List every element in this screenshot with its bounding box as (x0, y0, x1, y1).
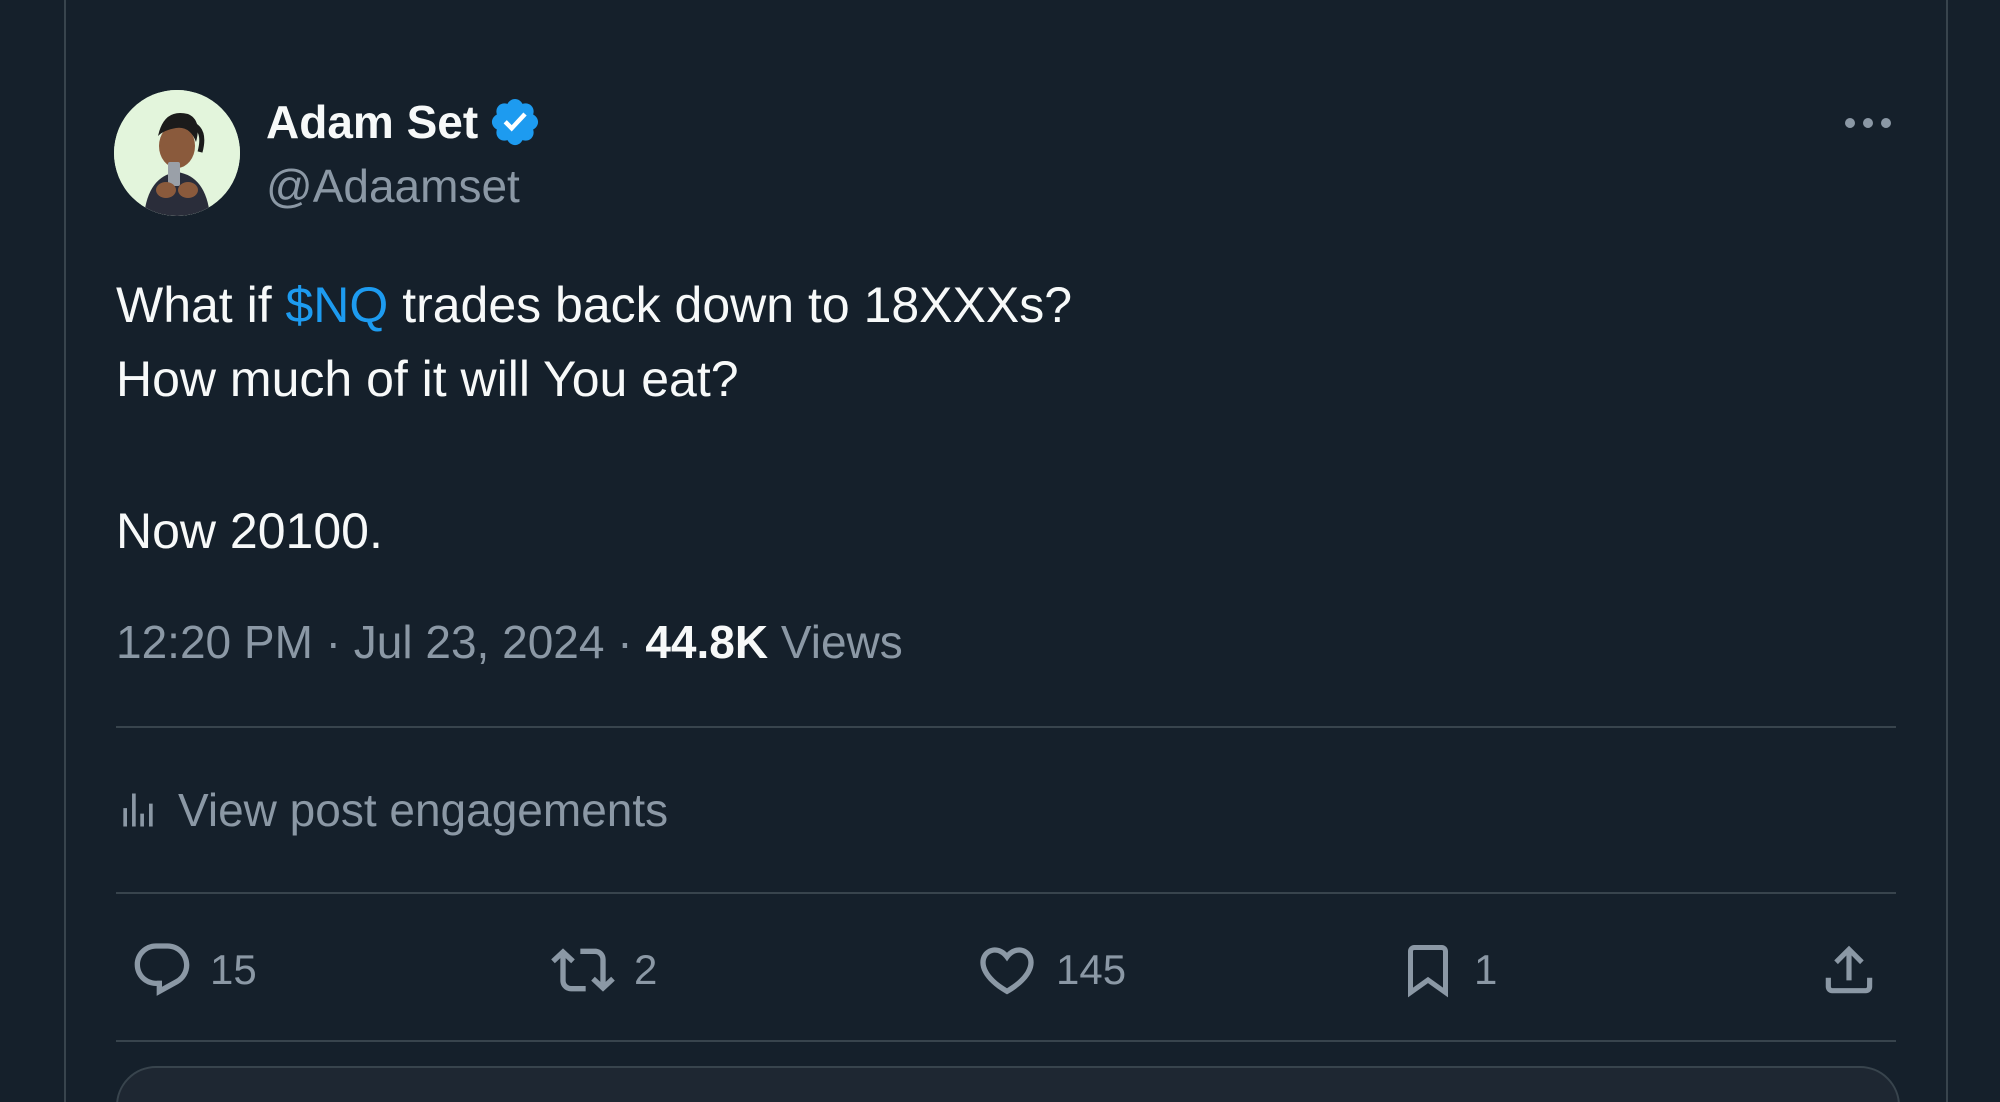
views-label: Views (780, 616, 903, 668)
tweet-line-2: How much of it will You eat? (116, 351, 739, 407)
reply-count: 15 (210, 946, 257, 993)
tweet-line-3: Now 20100. (116, 503, 383, 559)
avatar[interactable] (114, 90, 240, 216)
like-button[interactable]: 145 (974, 930, 1126, 1010)
heart-icon (980, 947, 1034, 995)
more-options-button[interactable] (1838, 100, 1898, 146)
bookmark-button[interactable]: 1 (1398, 930, 1497, 1010)
tweet-date[interactable]: Jul 23, 2024 (354, 616, 605, 668)
view-post-engagements-label: View post engagements (178, 784, 669, 836)
author-name-row[interactable]: Adam Set (266, 94, 542, 150)
reply-button[interactable]: 15 (130, 930, 257, 1010)
views-count: 44.8K (645, 616, 769, 668)
tweet-line-1: What if $NQ trades back down to 18XXXs? (116, 268, 1072, 342)
like-count: 145 (1056, 946, 1127, 993)
reply-icon (134, 943, 190, 996)
divider-top (116, 726, 1896, 728)
repost-icon (551, 948, 615, 992)
meta-separator-2: · (604, 616, 646, 668)
action-bar: 15 2 145 1 (0, 930, 2000, 1010)
verified-badge-icon[interactable] (488, 95, 542, 149)
tweet-text: What if $NQ trades back down to 18XXXs? … (116, 268, 1072, 568)
tweet-meta: 12:20 PM · Jul 23, 2024 · 44.8K Views (116, 612, 903, 672)
repost-count: 2 (634, 946, 658, 993)
divider-bottom (116, 1040, 1896, 1042)
bookmark-icon (1408, 945, 1448, 998)
reply-composer[interactable] (116, 1066, 1900, 1102)
tweet-text-before-cashtag: What if (116, 277, 286, 333)
avatar-image (114, 90, 240, 216)
cashtag-link[interactable]: $NQ (285, 277, 388, 333)
author-handle[interactable]: @Adaamset (266, 158, 520, 214)
share-button[interactable] (1818, 930, 1880, 1010)
bar-chart-icon (123, 793, 153, 827)
share-icon (1825, 945, 1873, 994)
divider-middle (116, 892, 1896, 894)
bookmark-count: 1 (1474, 946, 1498, 993)
view-post-engagements-link[interactable]: View post engagements (116, 780, 668, 840)
tweet-time[interactable]: 12:20 PM (116, 616, 313, 668)
tweet-detail-page: Adam Set @Adaamset What if $NQ trades ba… (0, 0, 2000, 1102)
meta-separator-1: · (312, 616, 354, 668)
author-name[interactable]: Adam Set (266, 94, 478, 150)
tweet-text-after-cashtag: trades back down to 18XXXs? (388, 277, 1073, 333)
more-dots-icon (1845, 118, 1891, 128)
repost-button[interactable]: 2 (548, 930, 657, 1010)
